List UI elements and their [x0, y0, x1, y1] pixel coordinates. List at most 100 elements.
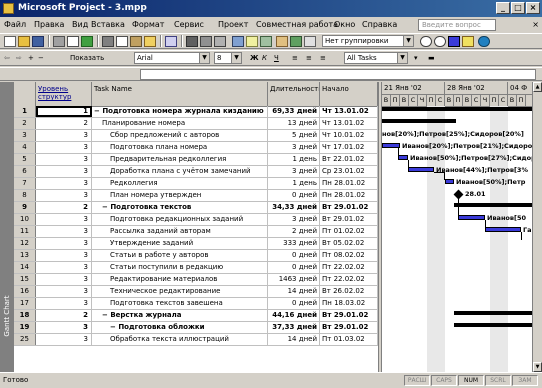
table-row[interactable]: 16 3 Техническое редактирование 14 дней Вт 2… — [14, 286, 378, 298]
level-cell[interactable]: 3 — [36, 214, 92, 225]
table-row[interactable]: 25 3 Обработка текста иллюстраций 14 дней Пт… — [14, 334, 378, 346]
task-info-icon[interactable] — [232, 36, 244, 47]
start-cell[interactable]: Вт 22.01.02 — [320, 154, 378, 165]
table-row[interactable]: 6 3 Доработка плана с учётом замечаний 3 дн… — [14, 166, 378, 178]
group-by-combo[interactable]: Нет группировки ▼ — [322, 35, 414, 47]
duration-cell[interactable]: 0 дней — [268, 190, 320, 201]
row-id-cell[interactable]: 5 — [14, 154, 36, 165]
format-painter-icon[interactable] — [144, 36, 156, 47]
start-cell[interactable]: Пт 01.03.02 — [320, 334, 378, 345]
table-row[interactable]: 10 3 Подготовка редакционных заданий 3 дней… — [14, 214, 378, 226]
task-name-cell[interactable]: Рассылка заданий авторам — [92, 226, 268, 237]
task-name-cell[interactable]: − Верстка журнала — [92, 310, 268, 321]
cut-icon[interactable] — [102, 36, 114, 47]
level-cell[interactable]: 3 — [36, 322, 92, 333]
font-size-combo[interactable]: 8 ▼ — [214, 52, 242, 64]
menu-view[interactable]: Вид — [72, 17, 88, 33]
menu-edit[interactable]: Правка — [34, 17, 64, 33]
level-cell[interactable]: 3 — [36, 154, 92, 165]
row-id-cell[interactable]: 7 — [14, 178, 36, 189]
duration-cell[interactable]: 14 дней — [268, 334, 320, 345]
publish-icon[interactable] — [276, 36, 288, 47]
menu-insert[interactable]: Вставка — [91, 17, 125, 33]
table-row[interactable]: 19 3− Подготовка обложки 37,33 дней Вт 29.0… — [14, 322, 378, 334]
duration-cell[interactable]: 1463 дней — [268, 274, 320, 285]
row-id-cell[interactable]: 9 — [14, 202, 36, 213]
duration-cell[interactable]: 1 день — [268, 154, 320, 165]
scroll-down-icon[interactable]: ▼ — [533, 362, 542, 372]
duration-cell[interactable]: 34,33 дней — [268, 202, 320, 213]
align-right-icon[interactable]: ≡ — [320, 51, 326, 65]
row-id-cell[interactable]: 2 — [14, 118, 36, 129]
start-cell[interactable]: Вт 29.01.02 — [320, 202, 378, 213]
zoom-out-icon[interactable] — [434, 36, 446, 47]
start-cell[interactable]: Вт 26.02.02 — [320, 286, 378, 297]
task-name-cell[interactable]: Подготовка текстов завешена — [92, 298, 268, 309]
task-name-cell[interactable]: Сбор предложений с авторов — [92, 130, 268, 141]
level-cell[interactable]: 3 — [36, 190, 92, 201]
maximize-button[interactable]: □ — [511, 2, 525, 14]
duration-cell[interactable]: 3 дней — [268, 214, 320, 225]
table-row[interactable]: 8 3 План номера утвержден 0 дней Пн 28.01.02 — [14, 190, 378, 202]
table-row[interactable]: 14 3 Статьи поступили в редакцию 0 дней Пт 2… — [14, 262, 378, 274]
row-id-cell[interactable]: 13 — [14, 250, 36, 261]
row-id-cell[interactable]: 1 — [14, 106, 36, 117]
copy-icon[interactable] — [116, 36, 128, 47]
save-icon[interactable] — [32, 36, 44, 47]
task-name-cell[interactable]: План номера утвержден — [92, 190, 268, 201]
new-icon[interactable] — [4, 36, 16, 47]
duration-cell[interactable]: 13 дней — [268, 118, 320, 129]
row-id-cell[interactable]: 10 — [14, 214, 36, 225]
select-all-cell[interactable] — [14, 82, 36, 106]
start-cell[interactable]: Пн 28.01.02 — [320, 190, 378, 201]
row-id-cell[interactable]: 25 — [14, 334, 36, 345]
gantt-bar[interactable] — [445, 179, 454, 184]
outdent-icon[interactable]: ⇦ — [4, 51, 10, 65]
show-button[interactable]: Показать — [70, 51, 104, 65]
start-cell[interactable]: Вт 29.01.02 — [320, 214, 378, 225]
gantt-summary-bar[interactable] — [382, 107, 532, 111]
underline-button[interactable]: Ч — [274, 51, 279, 65]
row-id-cell[interactable]: 17 — [14, 298, 36, 309]
table-row[interactable]: 17 3 Подготовка текстов завешена 0 дней Пн 1… — [14, 298, 378, 310]
level-cell[interactable]: 3 — [36, 142, 92, 153]
duration-cell[interactable]: 0 дней — [268, 250, 320, 261]
task-name-cell[interactable]: − Подготовка текстов — [92, 202, 268, 213]
link-tasks-icon[interactable] — [186, 36, 198, 47]
menu-project[interactable]: Проект — [218, 17, 248, 33]
assign-resources-icon[interactable] — [260, 36, 272, 47]
unlink-tasks-icon[interactable] — [200, 36, 212, 47]
autofilter-icon[interactable]: ▾ — [414, 51, 418, 65]
scroll-up-icon[interactable]: ▲ — [533, 82, 542, 92]
vertical-scrollbar[interactable]: ▲ ▼ — [532, 82, 542, 372]
task-name-cell[interactable]: Техническое редактирование — [92, 286, 268, 297]
level-cell[interactable]: 3 — [36, 286, 92, 297]
row-id-cell[interactable]: 12 — [14, 238, 36, 249]
view-bar[interactable]: Gantt Chart — [0, 82, 14, 372]
menu-window[interactable]: Окно — [334, 17, 355, 33]
align-left-icon[interactable]: ≡ — [292, 51, 298, 65]
document-icon[interactable] — [304, 36, 316, 47]
start-cell[interactable]: Пт 22.02.02 — [320, 262, 378, 273]
copy-wizard-icon[interactable] — [462, 36, 474, 47]
font-combo[interactable]: Arial ▼ — [134, 52, 210, 64]
gantt-wizard-icon[interactable]: ▬ — [428, 51, 435, 65]
entry-field[interactable] — [140, 69, 536, 80]
align-center-icon[interactable]: ≡ — [306, 51, 312, 65]
spelling-icon[interactable] — [81, 36, 93, 47]
start-cell[interactable]: Пт 22.02.02 — [320, 274, 378, 285]
open-icon[interactable] — [18, 36, 30, 47]
table-row[interactable]: 7 3 Редколлегия 1 день Пн 28.01.02 — [14, 178, 378, 190]
row-id-cell[interactable]: 6 — [14, 166, 36, 177]
table-row[interactable]: 1 1− Подготовка номера журнала кизданию 69… — [14, 106, 378, 118]
gantt-summary-bar[interactable] — [454, 311, 532, 315]
header-duration[interactable]: Длительность — [268, 82, 320, 106]
start-cell[interactable]: Чт 17.01.02 — [320, 142, 378, 153]
duration-cell[interactable]: 1 день — [268, 178, 320, 189]
gantt-summary-bar[interactable] — [382, 119, 456, 123]
level-cell[interactable]: 3 — [36, 262, 92, 273]
duration-cell[interactable]: 69,33 дней — [268, 106, 320, 117]
header-task-name[interactable]: Task Name — [92, 82, 268, 106]
level-cell[interactable]: 3 — [36, 250, 92, 261]
task-name-cell[interactable]: Планирование номера — [92, 118, 268, 129]
